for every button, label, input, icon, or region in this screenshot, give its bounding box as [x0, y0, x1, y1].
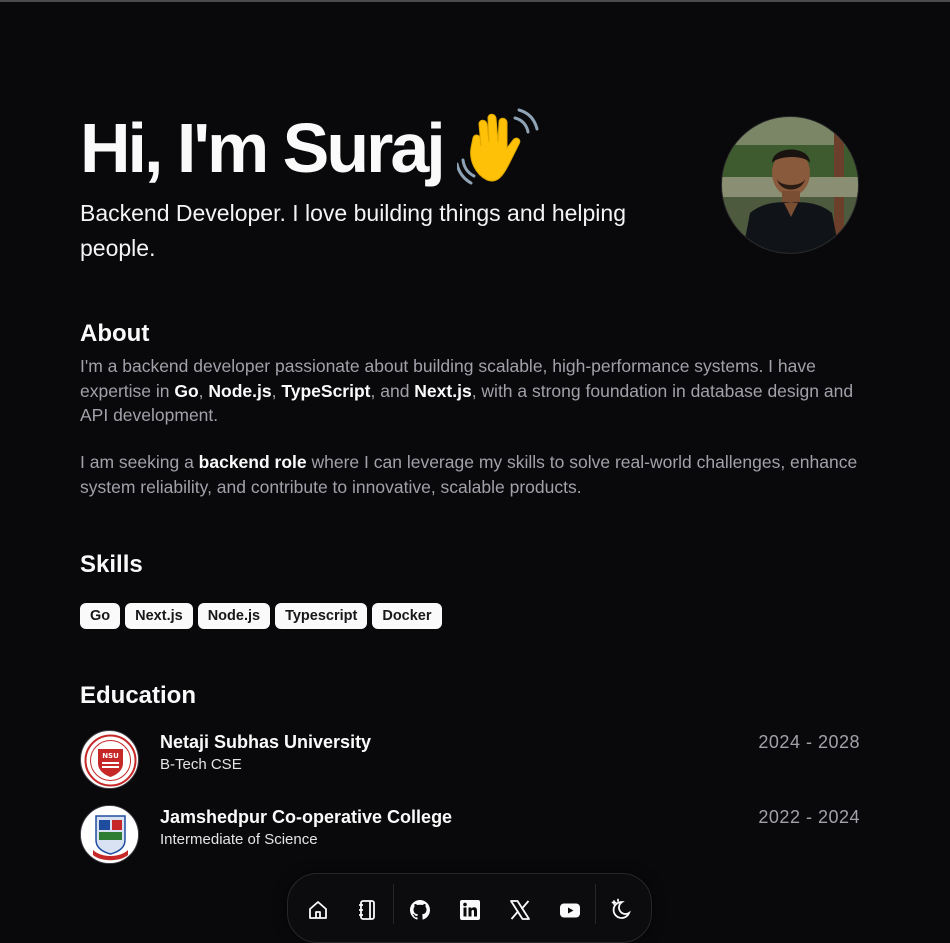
school-name: Jamshedpur Co-operative College	[160, 807, 453, 827]
linkedin-icon[interactable]	[458, 898, 482, 922]
window-top-border	[0, 0, 950, 2]
school-years: 2024 - 2028	[758, 732, 860, 752]
bottom-dock	[287, 873, 652, 943]
school-degree: Intermediate of Science	[160, 831, 318, 848]
education-item[interactable]: Jamshedpur Co-operative College Intermed…	[80, 805, 860, 865]
about-paragraph-1: I'm a backend developer passionate about…	[80, 356, 854, 425]
dock-divider	[393, 884, 394, 924]
skills-list: Go Next.js Node.js Typescript Docker	[80, 603, 442, 629]
dock-divider	[595, 884, 596, 924]
github-icon[interactable]	[408, 898, 432, 922]
home-icon[interactable]	[306, 898, 330, 922]
about-paragraph-2: I am seeking a backend role where I can …	[80, 452, 858, 497]
skill-mention-go: Go	[174, 380, 199, 401]
waving-hand-icon	[455, 108, 545, 188]
hero-greeting: Hi, I'm Suraj	[80, 109, 446, 187]
skill-badge-nodejs: Node.js	[197, 603, 271, 629]
school-years: 2022 - 2024	[758, 807, 860, 827]
theme-toggle-icon[interactable]	[609, 898, 633, 922]
notebook-icon[interactable]	[355, 898, 379, 922]
skills-heading: Skills	[80, 551, 143, 578]
nsu-logo: NSU	[80, 730, 139, 789]
hero-subtitle: Backend Developer. I love building thing…	[80, 200, 626, 261]
x-icon[interactable]	[508, 898, 532, 922]
about-heading: About	[80, 320, 150, 347]
skill-badge-typescript: Typescript	[275, 603, 368, 629]
profile-avatar	[721, 116, 859, 254]
youtube-icon[interactable]	[558, 898, 582, 922]
skill-badge-go: Go	[80, 603, 121, 629]
school-degree: B-Tech CSE	[160, 756, 242, 773]
svg-text:NSU: NSU	[102, 752, 119, 760]
education-item[interactable]: NSU Netaji Subhas University B-Tech CSE …	[80, 730, 860, 790]
hero-section: Hi, I'm Suraj Backend Developer. I love …	[80, 108, 860, 268]
skill-badge-nextjs: Next.js	[125, 603, 193, 629]
jcc-logo	[80, 805, 139, 864]
education-heading: Education	[80, 682, 197, 709]
backend-role-highlight: backend role	[198, 452, 307, 472]
portfolio-page: Hi, I'm Suraj Backend Developer. I love …	[0, 0, 950, 943]
skill-mention-node: Node.js	[208, 380, 272, 401]
skill-badge-docker: Docker	[372, 603, 442, 629]
skill-mention-next: Next.js	[414, 380, 472, 401]
skill-mention-typescript: TypeScript	[281, 380, 371, 401]
hero-title: Hi, I'm Suraj	[80, 108, 545, 188]
school-name: Netaji Subhas University	[160, 732, 372, 752]
